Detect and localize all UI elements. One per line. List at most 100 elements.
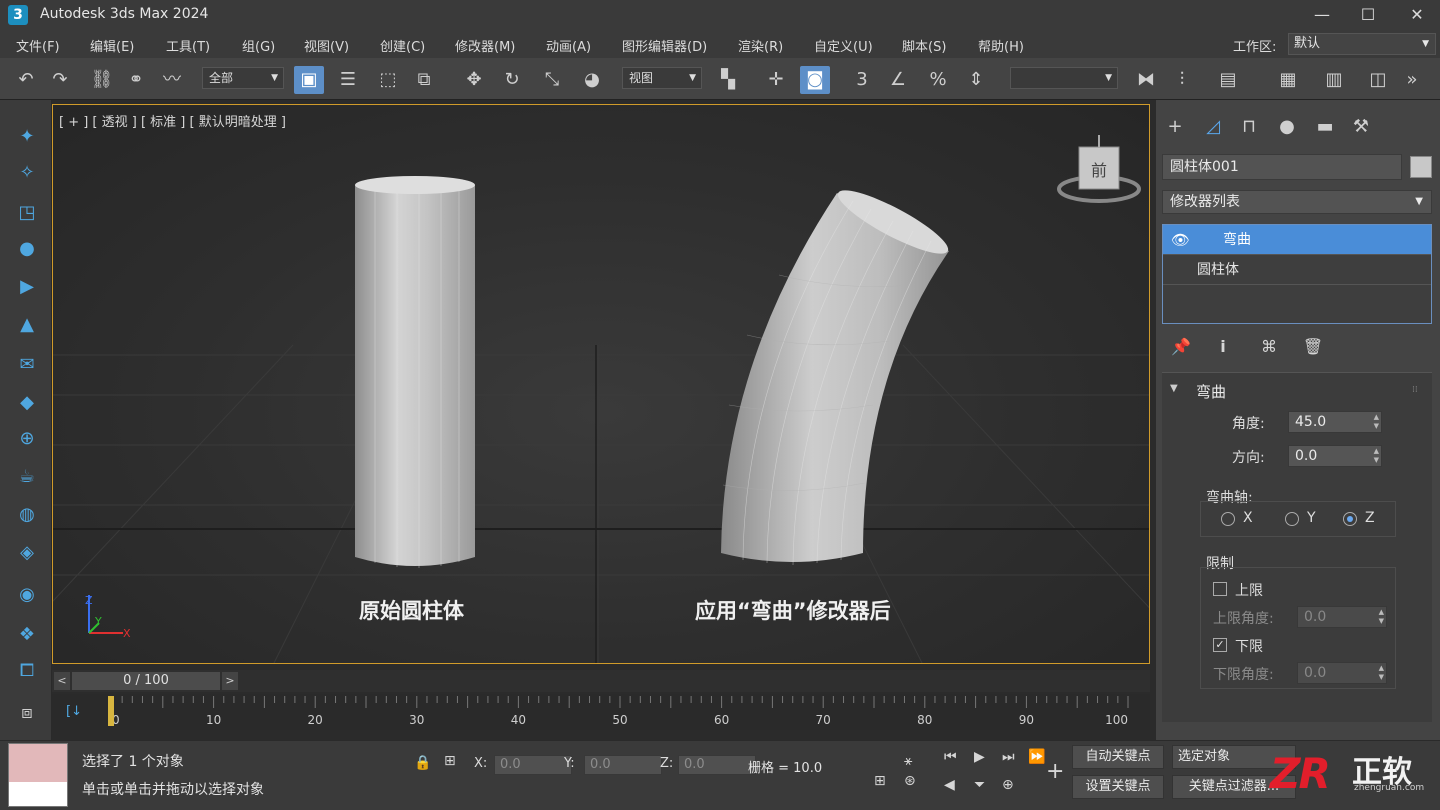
pin-stack-icon[interactable]: 📌	[1170, 336, 1192, 358]
cube-icon[interactable]: ◈	[14, 540, 40, 566]
menu-modifiers[interactable]: 修改器(M)	[455, 36, 515, 55]
viewcube[interactable]: 前	[1053, 133, 1145, 213]
menu-scripting[interactable]: 脚本(S)	[902, 36, 946, 55]
upper-limit-checkbox[interactable]	[1213, 582, 1227, 596]
utilities-tab-icon[interactable]: ⚒	[1348, 114, 1374, 140]
z-coordinate-field[interactable]: 0.0	[678, 755, 756, 775]
go-to-end-icon[interactable]: ⏩	[1028, 749, 1045, 765]
redo-icon[interactable]: ↷	[48, 68, 72, 92]
lower-angle-spinner[interactable]: 0.0 ▲ ▼	[1297, 662, 1387, 684]
x-coordinate-field[interactable]: 0.0	[494, 755, 572, 775]
maximize-button[interactable]: ☐	[1345, 0, 1391, 30]
axis-y-radio[interactable]	[1285, 512, 1299, 526]
align-icon[interactable]: ⫶	[1170, 68, 1194, 92]
snaps-toggle-icon[interactable]: 3	[850, 68, 874, 92]
play-animation-icon[interactable]: ▶	[974, 749, 985, 765]
menu-animation[interactable]: 动画(A)	[546, 36, 591, 55]
teapot-icon[interactable]: ☕	[14, 464, 40, 490]
capsule-icon[interactable]: ◆	[14, 390, 40, 416]
original-cylinder[interactable]	[355, 176, 475, 568]
menu-create[interactable]: 创建(C)	[380, 36, 425, 55]
layer-explorer-icon[interactable]: ▦	[1276, 68, 1300, 92]
select-by-name-icon[interactable]: ☰	[336, 68, 360, 92]
direction-spinner[interactable]: 0.0 ▲ ▼	[1288, 445, 1382, 467]
toolbar-overflow-icon[interactable]: »	[1400, 68, 1424, 92]
perspective-viewport[interactable]: Z X Y [ + ] [ 透视 ] [ 标准 ] [ 默认明暗处理 ] 前 原…	[52, 104, 1150, 664]
mail-box-icon[interactable]: ✉	[14, 352, 40, 378]
motion-tab-icon[interactable]: ●	[1274, 114, 1300, 140]
menu-customize[interactable]: 自定义(U)	[814, 36, 873, 55]
create-tab-icon[interactable]: +	[1162, 114, 1188, 140]
link-icon[interactable]: ⛓	[90, 68, 114, 92]
torus-icon[interactable]: ◍	[14, 502, 40, 528]
selection-filter-select[interactable]: 全部 ▼	[202, 67, 284, 89]
keyboard-shortcut-override-icon[interactable]: ◙	[800, 66, 830, 94]
lower-limit-checkbox[interactable]: ✓	[1213, 638, 1227, 652]
time-prev-button[interactable]: <	[54, 672, 70, 690]
adaptive-degradation-icon[interactable]: ⊛	[904, 773, 916, 789]
add-key-icon[interactable]: +	[1046, 759, 1064, 784]
minimize-button[interactable]: —	[1299, 0, 1345, 30]
play-icon[interactable]: ▶	[14, 274, 40, 300]
prev-key-icon[interactable]: ◀	[944, 777, 955, 793]
curve-editor-mini-icon[interactable]: [↓	[66, 704, 82, 719]
angle-spinner[interactable]: 45.0 ▲ ▼	[1288, 411, 1382, 433]
close-button[interactable]: ✕	[1394, 0, 1440, 30]
percent-snap-icon[interactable]: %	[926, 68, 950, 92]
time-config-icon[interactable]: ⊕	[1002, 777, 1014, 793]
target-icon[interactable]: ⊕	[14, 426, 40, 452]
spinner-arrows-icon[interactable]: ▲ ▼	[1374, 413, 1379, 431]
cone-icon[interactable]: ▲	[14, 312, 40, 338]
spinner-arrows-icon[interactable]: ▲ ▼	[1374, 447, 1379, 465]
mirror-icon[interactable]: ⧓	[1134, 68, 1158, 92]
bind-space-warp-icon[interactable]: 〰	[160, 68, 184, 92]
curve-editor-icon[interactable]: ◫	[1366, 68, 1390, 92]
stack-item-cylinder[interactable]: 圆柱体	[1163, 255, 1431, 285]
zoom-extents-icon[interactable]: ⊞	[874, 773, 886, 789]
selection-color-swatch[interactable]	[8, 743, 68, 807]
drag-handle-icon[interactable]: ⁞⁞	[1412, 385, 1418, 395]
track-ruler[interactable]: 0 10 20 30 40 50 60 70 80 90 100	[108, 694, 1144, 730]
frame-icon[interactable]: ◳	[14, 200, 40, 226]
eye-icon[interactable]: 👁	[1171, 225, 1190, 255]
named-selection-select[interactable]: ▼	[1010, 67, 1118, 89]
modify-tab-icon[interactable]: ◿	[1200, 114, 1226, 140]
object-color-swatch[interactable]	[1410, 156, 1432, 178]
auto-key-button[interactable]: 自动关键点	[1072, 745, 1164, 769]
remove-modifier-icon[interactable]: 🗑	[1302, 336, 1324, 358]
spinner-arrows-icon[interactable]: ▲ ▼	[1379, 664, 1384, 682]
ribbon-toggle-icon[interactable]: ▥	[1322, 68, 1346, 92]
scale-icon[interactable]: ⤡	[540, 68, 564, 92]
expand-icon[interactable]: ⧈	[14, 700, 40, 726]
isolate-selection-icon[interactable]: ⚹	[904, 753, 912, 769]
axis-z-radio[interactable]	[1343, 512, 1357, 526]
menu-rendering[interactable]: 渲染(R)	[738, 36, 783, 55]
collapse-triangle-icon[interactable]: ▼	[1170, 383, 1178, 394]
select-manipulate-icon[interactable]: ✛	[764, 68, 788, 92]
menu-help[interactable]: 帮助(H)	[978, 36, 1024, 55]
upper-angle-spinner[interactable]: 0.0 ▲ ▼	[1297, 606, 1387, 628]
y-coordinate-field[interactable]: 0.0	[584, 755, 662, 775]
axis-x-radio[interactable]	[1221, 512, 1235, 526]
object-name-field[interactable]: 圆柱体001	[1162, 154, 1402, 180]
spinner-arrows-icon[interactable]: ▲ ▼	[1379, 608, 1384, 626]
rotate-icon[interactable]: ↻	[500, 68, 524, 92]
group-icon[interactable]: ❖	[14, 622, 40, 648]
menu-graph-editors[interactable]: 图形编辑器(D)	[622, 36, 707, 55]
viewport-label[interactable]: [ + ] [ 透视 ] [ 标准 ] [ 默认明暗处理 ]	[59, 111, 286, 130]
current-frame-marker[interactable]	[108, 696, 114, 726]
pivot-center-icon[interactable]: ▚	[716, 68, 740, 92]
undo-icon[interactable]: ↶	[14, 68, 38, 92]
menu-edit[interactable]: 编辑(E)	[90, 36, 134, 55]
bounding-icon[interactable]: ⧠	[14, 658, 40, 684]
angle-snap-icon[interactable]: ∠	[886, 68, 910, 92]
window-crossing-icon[interactable]: ⧉	[412, 68, 436, 92]
time-slider[interactable]: < 0 / 100 >	[52, 670, 1150, 692]
go-to-start-icon[interactable]: ⏮	[944, 749, 957, 765]
time-slider-thumb[interactable]: 0 / 100	[72, 672, 220, 690]
reference-coordinate-select[interactable]: 视图 ▼	[622, 67, 702, 89]
select-object-icon[interactable]: ▣	[294, 66, 324, 94]
move-icon[interactable]: ✥	[462, 68, 486, 92]
track-bar[interactable]: [↓ 0 10 20 30 40 50 60 70 80 90 100	[52, 694, 1150, 730]
rectangular-selection-icon[interactable]: ⬚	[376, 68, 400, 92]
